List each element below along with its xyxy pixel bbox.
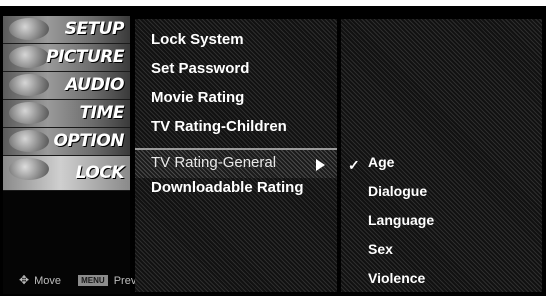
time-icon: [9, 102, 49, 124]
tv-rating-general-submenu: ✓ Age Dialogue Language Sex Violence: [341, 19, 542, 292]
menu-item-downloadable-rating[interactable]: Downloadable Rating: [151, 179, 304, 196]
audio-icon: [9, 74, 49, 96]
lock-icon: [9, 158, 49, 180]
sidebar-item-audio[interactable]: AUDIO: [3, 72, 130, 100]
tv-menu-frame: SETUP PICTURE AUDIO TIME OPTION LOCK ✥ M…: [0, 6, 546, 296]
sidebar-item-label: OPTION: [53, 131, 124, 151]
check-icon: ✓: [348, 157, 360, 173]
prev-label: Prev: [113, 275, 137, 287]
sidebar-item-label: AUDIO: [65, 75, 124, 95]
menu-item-movie-rating[interactable]: Movie Rating: [151, 89, 244, 106]
sidebar-item-time[interactable]: TIME: [3, 100, 130, 128]
move-icon: ✥: [19, 273, 30, 287]
sidebar-item-picture[interactable]: PICTURE: [3, 44, 130, 72]
sidebar-item-label: SETUP: [64, 19, 125, 39]
sidebar-item-lock[interactable]: LOCK: [3, 156, 130, 191]
sidebar-item-setup[interactable]: SETUP: [3, 16, 130, 44]
picture-icon: [9, 46, 49, 68]
sidebar-item-label: PICTURE: [46, 47, 124, 67]
menu-item-label: TV Rating-General: [151, 154, 277, 171]
submenu-item-violence[interactable]: Violence: [368, 270, 425, 286]
navigation-hint: ✥ Move MENU Prev: [19, 273, 136, 287]
submenu-item-language[interactable]: Language: [368, 212, 434, 228]
sidebar-item-option[interactable]: OPTION: [3, 128, 130, 156]
sidebar-item-label: LOCK: [75, 163, 125, 183]
option-icon: [9, 130, 49, 152]
sidebar-item-label: TIME: [79, 103, 125, 123]
setup-icon: [9, 18, 49, 40]
submenu-item-age[interactable]: Age: [368, 154, 394, 170]
lock-menu-panel: Lock System Set Password Movie Rating TV…: [135, 19, 337, 292]
menu-item-tv-rating-general[interactable]: TV Rating-General: [135, 148, 337, 178]
submenu-arrow-icon: [316, 159, 325, 171]
menu-item-lock-system[interactable]: Lock System: [151, 31, 244, 48]
submenu-item-dialogue[interactable]: Dialogue: [368, 183, 427, 199]
main-menu-sidebar: SETUP PICTURE AUDIO TIME OPTION LOCK ✥ M…: [3, 16, 136, 294]
menu-item-tv-rating-children[interactable]: TV Rating-Children: [151, 118, 287, 135]
menu-item-set-password[interactable]: Set Password: [151, 60, 249, 77]
submenu-item-sex[interactable]: Sex: [368, 241, 393, 257]
move-label: Move: [34, 275, 62, 287]
menu-key-icon: MENU: [78, 275, 108, 286]
